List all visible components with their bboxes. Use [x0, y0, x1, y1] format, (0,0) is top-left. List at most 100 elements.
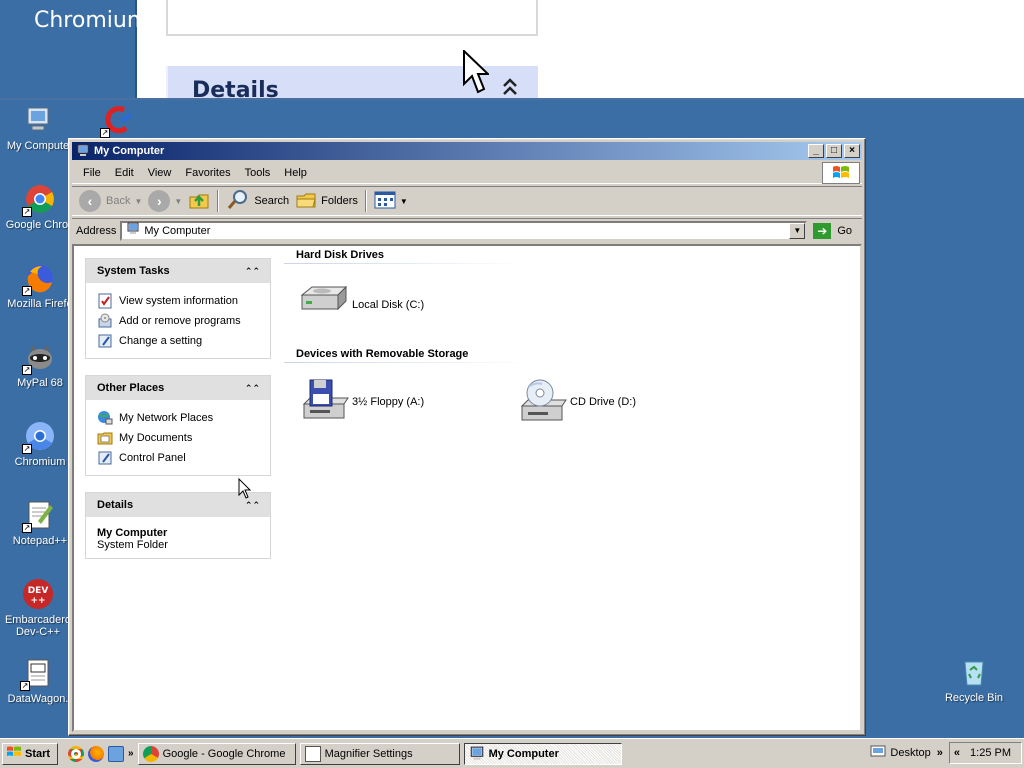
system-tasks-header[interactable]: System Tasks ⌃⌃	[86, 259, 270, 283]
mypal-icon: ↗	[22, 341, 56, 375]
svg-text:DEV: DEV	[28, 586, 49, 596]
quick-launch-overflow-icon[interactable]: »	[128, 748, 134, 759]
task-add-remove-programs[interactable]: Add or remove programs	[97, 311, 260, 331]
drive-local-disk-c[interactable]: Local Disk (C:)	[298, 281, 424, 329]
group-header-hard-disks: Hard Disk Drives	[296, 249, 385, 261]
views-button[interactable]: ▼	[371, 188, 411, 214]
standard-toolbar: ‹ Back ▼ › ▼ Search Folders ▼	[72, 186, 862, 216]
system-tasks-panel: System Tasks ⌃⌃ View system information	[85, 258, 271, 359]
place-control-panel[interactable]: Control Panel	[97, 448, 260, 468]
cd-drive-icon	[516, 378, 568, 426]
task-change-setting[interactable]: Change a setting	[97, 331, 260, 351]
details-name: My Computer	[97, 527, 168, 539]
show-desktop-icon[interactable]	[108, 745, 124, 762]
forward-button[interactable]: › ▼	[145, 188, 185, 214]
floppy-drive-icon	[298, 378, 350, 426]
desktop-icon-recycle-bin[interactable]: Recycle Bin	[934, 656, 1014, 704]
other-places-panel: Other Places ⌃⌃ My Network Places My Doc…	[85, 375, 271, 476]
magnified-cursor-icon	[463, 48, 491, 97]
search-button[interactable]: Search	[223, 188, 292, 214]
collapse-chevron-icon[interactable]: ⌃⌃	[245, 266, 260, 277]
place-my-network-places[interactable]: My Network Places	[97, 408, 260, 428]
quick-launch	[68, 745, 124, 762]
datawagon-icon: ↗	[20, 657, 54, 691]
firefox-icon: ↗	[22, 262, 56, 296]
up-folder-button[interactable]	[185, 188, 213, 214]
hard-disk-icon	[298, 281, 350, 329]
desktop-icon-devcpp[interactable]: DEV ++ Embarcadero Dev-C++	[0, 578, 78, 638]
devcpp-icon: DEV ++	[22, 578, 54, 610]
firefox-icon[interactable]	[88, 745, 104, 762]
menu-help[interactable]: Help	[277, 165, 314, 181]
magnifier-panel-fragment	[166, 0, 538, 36]
items-view: Hard Disk Drives Local Disk (C:) Devices…	[238, 246, 860, 730]
taskbar-my-computer[interactable]: My Computer	[463, 742, 622, 765]
desktop-icon-datawagon[interactable]: ↗ DataWagon.	[0, 657, 78, 705]
my-computer-icon	[469, 746, 485, 762]
magnifier-icon	[304, 745, 321, 762]
views-dropdown-icon[interactable]: ▼	[400, 197, 408, 206]
desktop-toolbar-icon	[870, 745, 886, 762]
folders-icon	[295, 190, 317, 213]
views-icon	[374, 191, 396, 212]
my-computer-icon	[126, 222, 140, 239]
chrome-icon[interactable]	[68, 745, 84, 762]
menu-favorites[interactable]: Favorites	[178, 165, 237, 181]
my-computer-window: My Computer _ □ × File Edit View Favorit…	[68, 138, 866, 736]
address-dropdown-button[interactable]: ▼	[789, 222, 806, 239]
start-button[interactable]: Start	[2, 742, 58, 765]
desktop-icon-my-computer[interactable]: My Compute	[0, 104, 78, 152]
go-button[interactable]: ➔ Go	[813, 222, 862, 239]
my-documents-icon	[97, 430, 113, 446]
other-places-header[interactable]: Other Places ⌃⌃	[86, 376, 270, 400]
toolbar-separator	[364, 190, 367, 212]
up-folder-icon	[188, 189, 210, 214]
place-my-documents[interactable]: My Documents	[97, 428, 260, 448]
ccleaner-icon: ↗	[100, 104, 134, 138]
folders-button[interactable]: Folders	[292, 188, 361, 214]
collapse-chevron-icon[interactable]: ⌃⌃	[245, 383, 260, 394]
desktop-toolbar-overflow-icon[interactable]: »	[937, 747, 943, 759]
details-type: System Folder	[97, 539, 168, 551]
group-header-removable: Devices with Removable Storage	[296, 348, 469, 360]
system-info-icon	[97, 293, 113, 309]
back-dropdown-icon[interactable]: ▼	[134, 197, 142, 206]
address-value: My Computer	[144, 224, 211, 237]
forward-dropdown-icon[interactable]: ▼	[174, 197, 182, 206]
menu-view[interactable]: View	[141, 165, 179, 181]
clock[interactable]: « 1:25 PM	[948, 742, 1022, 764]
menu-tools[interactable]: Tools	[238, 165, 278, 181]
magnifier-chromium-label: Chromium	[34, 8, 149, 33]
my-computer-icon	[76, 144, 90, 158]
system-tray: Desktop » « 1:25 PM	[870, 742, 1022, 764]
magnifier-view: Chromium Details	[0, 0, 1024, 100]
windows-logo-icon	[6, 745, 22, 762]
go-arrow-icon: ➔	[813, 222, 832, 239]
mouse-cursor-icon	[238, 477, 252, 503]
back-arrow-icon: ‹	[79, 190, 101, 212]
menu-edit[interactable]: Edit	[108, 165, 141, 181]
taskbar-magnifier-settings[interactable]: Magnifier Settings	[299, 742, 460, 765]
control-panel-icon	[97, 333, 113, 349]
minimize-button[interactable]: _	[808, 144, 824, 158]
drive-cd-d[interactable]: CD Drive (D:)	[516, 378, 636, 426]
desktop-icon-ccleaner[interactable]: ↗	[78, 104, 158, 140]
menu-file[interactable]: File	[76, 165, 108, 181]
forward-arrow-icon: ›	[148, 190, 171, 212]
network-places-icon	[97, 410, 113, 426]
chrome-icon	[142, 745, 159, 762]
tray-collapse-icon[interactable]: «	[954, 747, 960, 759]
close-button[interactable]: ×	[844, 144, 860, 158]
title-bar[interactable]: My Computer _ □ ×	[72, 142, 862, 160]
task-view-system-information[interactable]: View system information	[97, 291, 260, 311]
desktop-toolbar[interactable]: Desktop »	[870, 745, 943, 762]
address-input[interactable]: My Computer ▼	[120, 220, 808, 241]
magnifier-chevron-icon	[502, 78, 518, 98]
taskbar-google-chrome[interactable]: Google - Google Chrome	[137, 742, 296, 765]
chromium-icon: ↗	[22, 420, 56, 454]
maximize-button[interactable]: □	[826, 144, 842, 158]
drive-floppy-a[interactable]: 3½ Floppy (A:)	[298, 378, 424, 426]
chrome-icon: ↗	[22, 183, 56, 217]
menu-bar: File Edit View Favorites Tools Help	[72, 162, 862, 184]
back-button[interactable]: ‹ Back ▼	[76, 188, 145, 214]
